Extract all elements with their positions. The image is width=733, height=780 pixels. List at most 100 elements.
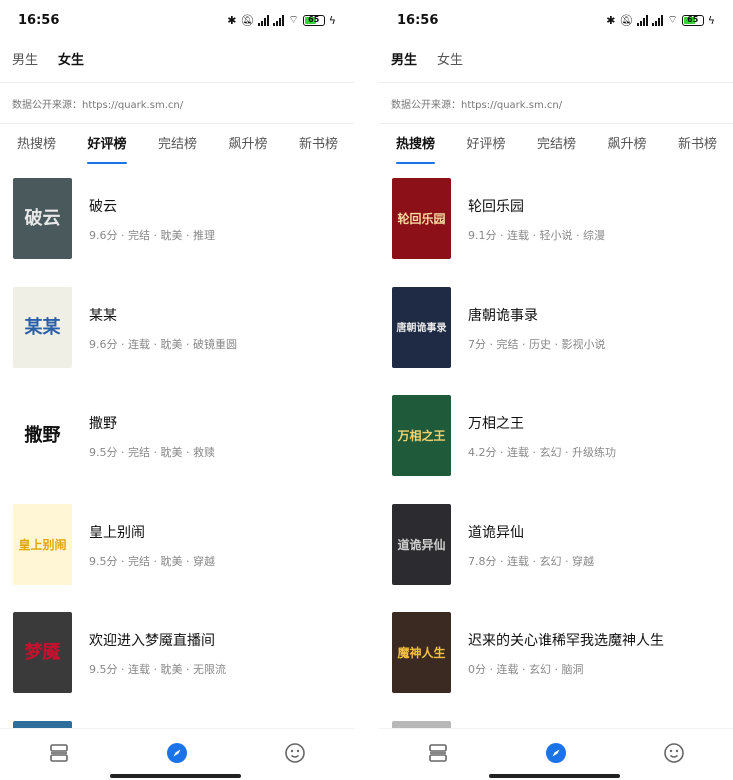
tab-new-books[interactable]: 新书榜: [299, 124, 338, 168]
mute-bell-icon: 🔕︎: [619, 13, 634, 27]
bluetooth-icon: ✱: [606, 13, 616, 27]
book-list-item[interactable]: 万相之王 万相之王 4.2分 · 连载 · 玄幻 · 升级练功: [379, 395, 733, 504]
tab-completed[interactable]: 完结榜: [537, 124, 576, 168]
book-meta: 9.5分 · 完结 · 耽美 · 穿越: [89, 554, 215, 568]
data-source-text: 数据公开来源：https://quark.sm.cn/: [391, 100, 563, 111]
bookshelf-nav-button[interactable]: [418, 738, 458, 772]
tab-completed[interactable]: 完结榜: [158, 124, 197, 168]
tab-hot-search[interactable]: 热搜榜: [17, 124, 56, 168]
book-cover[interactable]: 撒野: [13, 395, 72, 476]
book-title[interactable]: 万相之王: [468, 413, 616, 433]
book-cover-title: 破云: [24, 208, 61, 229]
book-list-item[interactable]: 梦魇 欢迎进入梦魇直播间 9.5分 · 连载 · 耽美 · 无限流: [0, 612, 354, 721]
book-meta: 9.6分 · 连载 · 耽美 · 破镜重圆: [89, 337, 237, 351]
book-cover[interactable]: 轮回乐园: [392, 178, 451, 259]
book-title[interactable]: 迟来的关心谁稀罕我选魔神人生: [468, 630, 664, 650]
compass-nav-button[interactable]: [536, 738, 576, 772]
book-list: 轮回乐园 轮回乐园 9.1分 · 连载 · 轻小说 · 综漫 唐朝诡事录 唐朝诡事录 7分…: [379, 168, 733, 733]
phone-screen-right: 16:56 ✱ 🔕︎ ⌔ 65 ϟ 男生 女生 数据公开来源：https://q…: [379, 0, 733, 780]
phone-screen-left: 16:56 ✱ 🔕︎ ⌔ 65 ϟ 男生 女生 数据公开来源：https://q…: [0, 0, 354, 780]
book-meta: 9.1分 · 连载 · 轻小说 · 综漫: [468, 229, 605, 242]
book-cover[interactable]: 梦魇: [13, 612, 72, 693]
gender-switch: 男生 女生: [0, 40, 354, 76]
book-list-item[interactable]: 某某 某某 9.6分 · 连载 · 耽美 · 破镜重圆: [0, 286, 354, 396]
book-info: 轮回乐园 9.1分 · 连载 · 轻小说 · 综漫: [468, 178, 605, 243]
bookshelf-nav-button[interactable]: [39, 738, 79, 772]
signal-icon-2: [273, 14, 285, 26]
book-cover[interactable]: 破云: [13, 178, 72, 259]
signal-icon: [637, 14, 649, 26]
book-info: 皇上别闹 9.5分 · 完结 · 耽美 · 穿越: [89, 504, 215, 569]
book-list-item[interactable]: 破云 破云 9.6分 · 完结 · 耽美 · 推理: [0, 178, 354, 287]
book-meta: 7分 · 完结 · 历史 · 影视小说: [468, 337, 606, 351]
book-meta: 7.8分 · 连载 · 玄幻 · 穿越: [468, 554, 594, 568]
book-meta: 0分 · 连载 · 玄幻 · 脑洞: [468, 663, 584, 676]
signal-icon-2: [652, 14, 664, 26]
book-cover-title: 皇上别闹: [18, 537, 67, 552]
tab-new-books[interactable]: 新书榜: [678, 124, 717, 168]
book-cover[interactable]: 某某: [13, 286, 72, 368]
bottom-nav: [0, 728, 354, 780]
data-source-text: 数据公开来源：https://quark.sm.cn/: [12, 100, 184, 111]
home-indicator[interactable]: [489, 774, 620, 778]
tab-top-rated[interactable]: 好评榜: [87, 124, 127, 168]
mute-bell-icon: 🔕︎: [240, 13, 255, 27]
tab-hot-search[interactable]: 热搜榜: [396, 124, 436, 168]
home-indicator[interactable]: [110, 774, 241, 778]
smiley-icon: [663, 742, 685, 768]
book-list-item[interactable]: 道诡异仙 道诡异仙 7.8分 · 连载 · 玄幻 · 穿越: [379, 503, 733, 613]
gender-female[interactable]: 女生: [437, 49, 463, 68]
book-title[interactable]: 破云: [89, 196, 215, 216]
book-cover-title: 梦魇: [24, 642, 61, 663]
tab-rising[interactable]: 飙升榜: [607, 124, 646, 168]
book-cover[interactable]: 道诡异仙: [392, 503, 451, 585]
book-cover-title: 魔神人生: [397, 646, 446, 660]
gender-male[interactable]: 男生: [391, 49, 417, 68]
gender-female[interactable]: 女生: [58, 49, 84, 68]
gender-switch: 男生 女生: [379, 40, 733, 76]
tab-top-rated[interactable]: 好评榜: [466, 124, 505, 168]
book-cover-title: 某某: [24, 316, 61, 338]
smiley-nav-button[interactable]: [275, 738, 315, 772]
status-time: 16:56: [18, 12, 60, 28]
compass-icon: [166, 742, 188, 768]
wifi-icon: ⌔: [288, 13, 299, 26]
bottom-nav: [379, 728, 733, 780]
smiley-icon: [284, 742, 306, 768]
charging-icon: ϟ: [707, 13, 715, 27]
book-list-item[interactable]: 皇上别闹 皇上别闹 9.5分 · 完结 · 耽美 · 穿越: [0, 503, 354, 613]
book-list-item[interactable]: 轮回乐园 轮回乐园 9.1分 · 连载 · 轻小说 · 综漫: [379, 178, 733, 287]
book-title[interactable]: 撒野: [89, 413, 215, 433]
status-time: 16:56: [397, 12, 439, 28]
tab-rising[interactable]: 飙升榜: [228, 124, 267, 168]
book-info: 撒野 9.5分 · 完结 · 耽美 · 救赎: [89, 395, 215, 460]
book-title[interactable]: 欢迎进入梦魇直播间: [89, 630, 226, 650]
status-bar: 16:56 ✱ 🔕︎ ⌔ 65 ϟ: [379, 0, 733, 40]
ranking-tabs: 热搜榜 好评榜 完结榜 飙升榜 新书榜: [379, 124, 733, 168]
compass-nav-button[interactable]: [157, 738, 197, 772]
book-title[interactable]: 道诡异仙: [468, 522, 594, 542]
book-cover[interactable]: 万相之王: [392, 395, 451, 476]
book-list-item[interactable]: 撒野 撒野 9.5分 · 完结 · 耽美 · 救赎: [0, 395, 354, 504]
book-cover[interactable]: 唐朝诡事录: [392, 286, 451, 368]
book-info: 破云 9.6分 · 完结 · 耽美 · 推理: [89, 178, 215, 243]
book-cover-title: 道诡异仙: [397, 537, 446, 552]
book-cover-title: 轮回乐园: [397, 212, 446, 226]
bluetooth-icon: ✱: [227, 13, 237, 27]
book-info: 唐朝诡事录 7分 · 完结 · 历史 · 影视小说: [468, 287, 605, 352]
book-title[interactable]: 轮回乐园: [468, 196, 605, 216]
book-list-item[interactable]: 唐朝诡事录 唐朝诡事录 7分 · 完结 · 历史 · 影视小说: [379, 286, 733, 396]
book-cover[interactable]: 魔神人生: [392, 612, 451, 693]
book-title[interactable]: 某某: [89, 305, 237, 325]
book-title[interactable]: 皇上别闹: [89, 522, 215, 542]
book-meta: 9.5分 · 连载 · 耽美 · 无限流: [89, 663, 226, 676]
smiley-nav-button[interactable]: [654, 738, 694, 772]
bookshelf-icon: [427, 742, 449, 768]
gender-male[interactable]: 男生: [12, 49, 38, 68]
book-meta: 4.2分 · 连载 · 玄幻 · 升级练功: [468, 446, 616, 459]
book-info: 欢迎进入梦魇直播间 9.5分 · 连载 · 耽美 · 无限流: [89, 612, 226, 677]
book-title[interactable]: 唐朝诡事录: [468, 305, 605, 325]
status-icons: ✱ 🔕︎ ⌔ 65 ϟ: [227, 13, 336, 27]
book-cover[interactable]: 皇上别闹: [13, 503, 72, 585]
book-list-item[interactable]: 魔神人生 迟来的关心谁稀罕我选魔神人生 0分 · 连载 · 玄幻 · 脑洞: [379, 612, 733, 721]
